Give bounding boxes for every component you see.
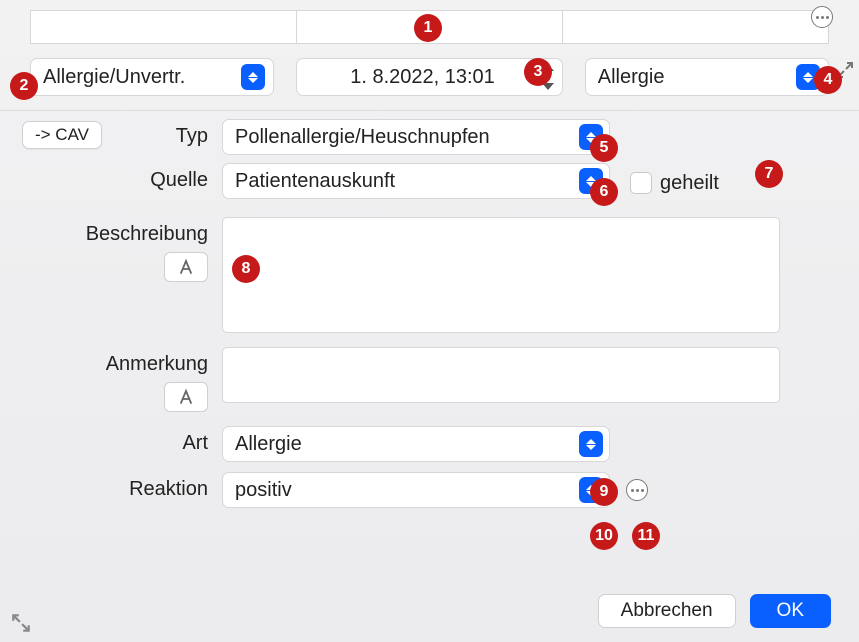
category-select[interactable]: Allergie/Unvertr. <box>30 58 274 96</box>
annotation-badge: 2 <box>10 72 38 100</box>
quelle-label: Quelle <box>22 163 222 192</box>
category-select-value: Allergie/Unvertr. <box>43 66 241 89</box>
geheilt-label: geheilt <box>660 172 719 195</box>
reaktion-select[interactable]: positiv <box>222 472 610 508</box>
font-icon <box>177 258 195 276</box>
reaktion-label: Reaktion <box>22 472 222 501</box>
typ-select[interactable]: Pollenallergie/Heuschnupfen <box>222 119 610 155</box>
chevron-updown-icon <box>579 431 603 457</box>
beschreibung-label: Beschreibung <box>86 223 208 246</box>
annotation-badge: 7 <box>755 160 783 188</box>
art-select[interactable]: Allergie <box>222 426 610 462</box>
date-time-value: 1. 8.2022, 13:01 <box>313 66 531 89</box>
typ-value: Pollenallergie/Heuschnupfen <box>235 126 579 149</box>
beschreibung-textarea[interactable] <box>222 217 780 333</box>
annotation-badge: 9 <box>590 478 618 506</box>
anmerkung-label: Anmerkung <box>106 353 208 376</box>
art-value: Allergie <box>235 433 579 456</box>
art-label: Art <box>22 426 222 455</box>
font-style-button[interactable] <box>164 382 208 412</box>
geheilt-checkbox[interactable] <box>630 172 652 194</box>
date-time-field[interactable]: 1. 8.2022, 13:01 <box>296 58 562 96</box>
cancel-button[interactable]: Abbrechen <box>598 594 736 628</box>
type-select-value: Allergie <box>598 66 796 89</box>
header-cell-3[interactable] <box>563 10 829 44</box>
chevron-updown-icon <box>241 64 265 90</box>
ok-button[interactable]: OK <box>750 594 831 628</box>
annotation-badge: 6 <box>590 178 618 206</box>
ellipsis-icon <box>816 16 829 19</box>
header-cell-1[interactable] <box>30 10 297 44</box>
annotation-badge: 4 <box>814 66 842 94</box>
annotation-badge: 11 <box>632 522 660 550</box>
font-icon <box>177 388 195 406</box>
typ-label: Typ <box>22 119 222 148</box>
annotation-badge: 10 <box>590 522 618 550</box>
annotation-badge: 1 <box>414 14 442 42</box>
anmerkung-textarea[interactable] <box>222 347 780 403</box>
more-options-icon[interactable] <box>811 6 833 28</box>
reaktion-more-icon[interactable] <box>626 479 648 501</box>
reaktion-value: positiv <box>235 479 579 502</box>
quelle-value: Patientenauskunft <box>235 170 579 193</box>
annotation-badge: 3 <box>524 58 552 86</box>
font-style-button[interactable] <box>164 252 208 282</box>
quelle-select[interactable]: Patientenauskunft <box>222 163 610 199</box>
type-select[interactable]: Allergie <box>585 58 829 96</box>
annotation-badge: 8 <box>232 255 260 283</box>
annotation-badge: 5 <box>590 134 618 162</box>
resize-handle-icon[interactable] <box>10 612 32 634</box>
ellipsis-icon <box>631 489 644 492</box>
